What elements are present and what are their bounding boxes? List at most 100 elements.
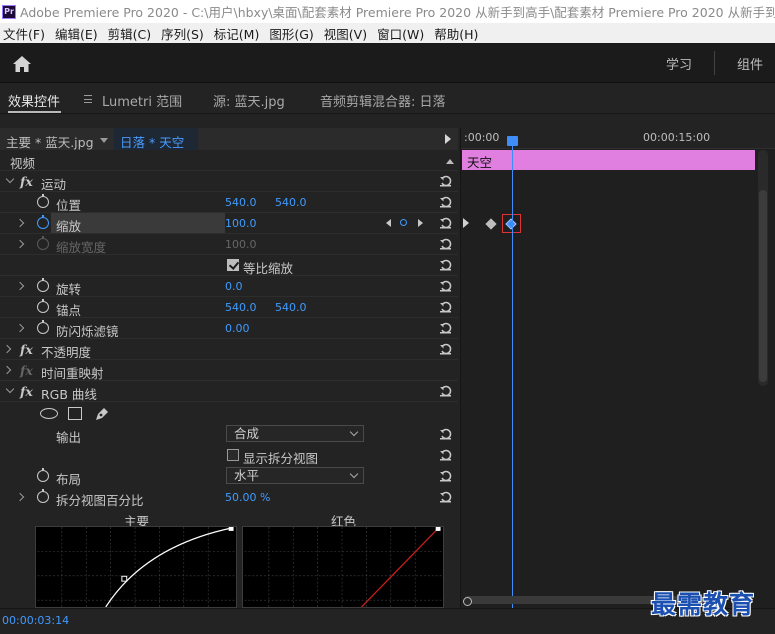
reset-icon[interactable] bbox=[439, 342, 452, 355]
section-video: 视频 bbox=[0, 150, 458, 171]
prev-keyframe-icon[interactable] bbox=[386, 219, 391, 227]
anchor-x-value[interactable]: 540.0 bbox=[225, 301, 257, 314]
reset-icon[interactable] bbox=[439, 490, 452, 503]
effect-controls-timeline[interactable]: :00:00 00:00:15:00 天空 bbox=[460, 128, 775, 608]
scale-value[interactable]: 100.0 bbox=[225, 217, 257, 230]
panel-tab-bar: 效果控件 Lumetri 范围 源: 蓝天.jpg 音频剪辑混合器: 日落 bbox=[0, 84, 775, 114]
layout-dropdown-value: 水平 bbox=[234, 468, 260, 483]
tab-source[interactable]: 源: 蓝天.jpg bbox=[213, 91, 285, 110]
tab-lumetri-scopes[interactable]: Lumetri 范围 bbox=[102, 91, 182, 110]
layout-dropdown[interactable]: 水平 bbox=[226, 467, 364, 484]
stopwatch-icon[interactable] bbox=[37, 278, 49, 292]
zoom-handle-icon[interactable] bbox=[463, 597, 472, 606]
menu-help[interactable]: 帮助(H) bbox=[431, 24, 485, 43]
workspace-learn-tab[interactable]: 学习 bbox=[666, 54, 692, 73]
master-clip-label[interactable]: 主要 * 蓝天.jpg bbox=[6, 132, 94, 151]
section-video-label: 视频 bbox=[10, 156, 36, 171]
keyframe-row-expand-icon[interactable] bbox=[463, 218, 469, 228]
expand-chevron-icon[interactable] bbox=[2, 344, 12, 354]
expand-chevron-icon[interactable] bbox=[5, 384, 15, 394]
expand-chevron-icon[interactable] bbox=[5, 174, 15, 184]
timeline-scroll-thumb[interactable] bbox=[759, 190, 767, 382]
rotation-value[interactable]: 0.0 bbox=[225, 280, 243, 293]
reset-icon[interactable] bbox=[439, 384, 452, 397]
tab-audio-clip-mixer[interactable]: 音频剪辑混合器: 日落 bbox=[320, 91, 446, 110]
reset-icon[interactable] bbox=[439, 300, 452, 313]
show-timeline-play-icon[interactable] bbox=[445, 134, 451, 144]
expand-chevron-icon[interactable] bbox=[2, 365, 12, 375]
tab-effect-controls[interactable]: 效果控件 bbox=[8, 91, 60, 110]
reset-icon[interactable] bbox=[439, 279, 452, 292]
playhead-line[interactable] bbox=[512, 138, 513, 608]
fx-badge-icon[interactable]: fx bbox=[20, 174, 33, 189]
menu-window[interactable]: 窗口(W) bbox=[374, 24, 431, 43]
menu-markers[interactable]: 标记(M) bbox=[211, 24, 267, 43]
watermark-logo: 最需教育 bbox=[651, 590, 756, 619]
reset-icon[interactable] bbox=[439, 237, 452, 250]
position-y-value[interactable]: 540.0 bbox=[275, 196, 307, 209]
reset-icon[interactable] bbox=[439, 427, 452, 440]
ellipse-mask-icon[interactable] bbox=[40, 408, 58, 419]
stopwatch-icon[interactable] bbox=[37, 215, 49, 229]
position-x-value[interactable]: 540.0 bbox=[225, 196, 257, 209]
param-scale-label: 缩放 bbox=[56, 219, 82, 234]
master-curve-graph[interactable] bbox=[35, 526, 237, 608]
workspace-assembly-tab[interactable]: 组件 bbox=[737, 54, 763, 73]
expand-chevron-icon[interactable] bbox=[15, 323, 25, 333]
param-scale-width: 缩放宽度 100.0 bbox=[0, 234, 458, 255]
effect-time-remapping[interactable]: fx 时间重映射 bbox=[0, 360, 458, 381]
output-dropdown[interactable]: 合成 bbox=[226, 425, 364, 442]
fx-badge-icon[interactable]: fx bbox=[20, 342, 33, 357]
next-keyframe-icon[interactable] bbox=[418, 219, 423, 227]
stopwatch-icon[interactable] bbox=[37, 320, 49, 334]
reset-icon[interactable] bbox=[439, 258, 452, 271]
effect-motion[interactable]: fx 运动 bbox=[0, 171, 458, 192]
panel-menu-icon[interactable] bbox=[84, 95, 92, 103]
sequence-clip-label[interactable]: 日落 * 天空 bbox=[114, 128, 198, 150]
menu-view[interactable]: 视图(V) bbox=[321, 24, 374, 43]
reset-icon[interactable] bbox=[439, 195, 452, 208]
reset-icon[interactable] bbox=[439, 216, 452, 229]
keyframe-icon[interactable] bbox=[485, 218, 497, 230]
menu-clip[interactable]: 剪辑(C) bbox=[105, 24, 158, 43]
anchor-y-value[interactable]: 540.0 bbox=[275, 301, 307, 314]
scroll-up-icon[interactable] bbox=[445, 156, 455, 166]
split-percent-value[interactable]: 50.00 % bbox=[225, 491, 270, 504]
param-rotation: 旋转 0.0 bbox=[0, 276, 458, 297]
anti-flicker-value[interactable]: 0.00 bbox=[225, 322, 250, 335]
effect-rgb-curves[interactable]: fx RGB 曲线 bbox=[0, 381, 458, 402]
home-icon[interactable] bbox=[12, 55, 32, 73]
stopwatch-icon[interactable] bbox=[37, 489, 49, 503]
playhead-handle[interactable] bbox=[507, 136, 518, 146]
menu-file[interactable]: 文件(F) bbox=[0, 24, 52, 43]
expand-chevron-icon[interactable] bbox=[15, 281, 25, 291]
reset-icon[interactable] bbox=[439, 321, 452, 334]
chevron-down-icon bbox=[349, 427, 359, 437]
effect-opacity[interactable]: fx 不透明度 bbox=[0, 339, 458, 360]
param-scale-width-label: 缩放宽度 bbox=[56, 240, 107, 255]
expand-chevron-icon[interactable] bbox=[15, 218, 25, 228]
pen-mask-icon[interactable] bbox=[94, 406, 110, 422]
current-timecode[interactable]: 00:00:03:14 bbox=[2, 614, 69, 627]
active-tab-underline bbox=[8, 111, 61, 113]
expand-chevron-icon[interactable] bbox=[15, 239, 25, 249]
timeline-clip[interactable]: 天空 bbox=[462, 150, 755, 170]
uniform-scale-checkbox[interactable] bbox=[227, 259, 239, 271]
reset-icon[interactable] bbox=[439, 174, 452, 187]
chevron-down-icon[interactable] bbox=[100, 138, 108, 143]
menu-edit[interactable]: 编辑(E) bbox=[52, 24, 105, 43]
reset-icon[interactable] bbox=[439, 448, 452, 461]
reset-icon[interactable] bbox=[439, 469, 452, 482]
stopwatch-icon[interactable] bbox=[37, 468, 49, 482]
red-curve-graph[interactable] bbox=[242, 526, 444, 608]
param-output-label: 输出 bbox=[56, 430, 82, 445]
rectangle-mask-icon[interactable] bbox=[68, 407, 82, 420]
stopwatch-icon[interactable] bbox=[37, 299, 49, 313]
menu-sequence[interactable]: 序列(S) bbox=[158, 24, 211, 43]
show-split-view-checkbox[interactable] bbox=[227, 449, 239, 461]
add-keyframe-icon[interactable] bbox=[400, 219, 407, 226]
expand-chevron-icon[interactable] bbox=[15, 492, 25, 502]
menu-graphics[interactable]: 图形(G) bbox=[266, 24, 320, 43]
stopwatch-icon[interactable] bbox=[37, 194, 49, 208]
fx-badge-icon[interactable]: fx bbox=[20, 384, 33, 399]
